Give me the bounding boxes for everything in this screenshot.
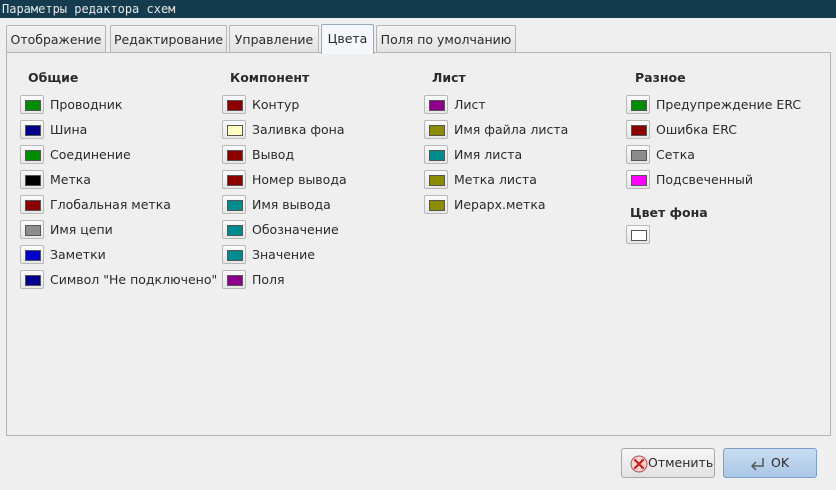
color-swatch-button[interactable] <box>20 270 44 289</box>
color-label: Вывод <box>252 147 295 162</box>
color-swatch-fill <box>25 225 41 236</box>
color-label: Символ "Не подключено" <box>50 272 218 287</box>
color-swatch-fill <box>227 250 243 261</box>
color-label: Имя вывода <box>252 197 331 212</box>
color-label: Номер вывода <box>252 172 347 187</box>
color-label: Предупреждение ERC <box>656 97 802 112</box>
color-swatch-fill <box>25 100 41 111</box>
group-title-component: Компонент <box>230 70 310 85</box>
color-label: Ошибка ERC <box>656 122 737 137</box>
color-swatch-button[interactable] <box>424 195 448 214</box>
color-label: Подсвеченный <box>656 172 754 187</box>
color-swatch-fill <box>25 150 41 161</box>
color-label: Шина <box>50 122 88 137</box>
color-swatch-button[interactable] <box>20 245 44 264</box>
color-swatch-fill <box>227 225 243 236</box>
color-swatch-button[interactable] <box>626 170 650 189</box>
color-label: Лист <box>454 97 486 112</box>
tab-display[interactable]: Отображение <box>6 25 106 52</box>
cancel-button-label: Отменить <box>648 455 714 470</box>
color-swatch-button[interactable] <box>20 145 44 164</box>
color-swatch-fill <box>429 175 445 186</box>
color-label: Проводник <box>50 97 123 112</box>
color-swatch-fill <box>227 275 243 286</box>
color-swatch-button[interactable] <box>424 170 448 189</box>
color-swatch-button[interactable] <box>222 145 246 164</box>
enter-arrow-icon <box>750 458 764 471</box>
color-swatch-button[interactable] <box>20 170 44 189</box>
color-label: Поля <box>252 272 285 287</box>
color-swatch-fill <box>227 150 243 161</box>
color-label: Имя цепи <box>50 222 113 237</box>
color-swatch-fill <box>631 100 647 111</box>
ok-button-label: OK <box>771 455 790 470</box>
color-swatch-button[interactable] <box>20 220 44 239</box>
color-label: Контур <box>252 97 300 112</box>
color-swatch-fill <box>25 275 41 286</box>
color-swatch-button[interactable] <box>424 145 448 164</box>
color-label: Метка листа <box>454 172 537 187</box>
color-swatch-button[interactable] <box>222 245 246 264</box>
color-swatch-button[interactable] <box>20 195 44 214</box>
color-swatch-button[interactable] <box>626 145 650 164</box>
color-swatch-fill <box>25 250 41 261</box>
group-title-general: Общие <box>28 70 79 85</box>
color-swatch-fill <box>631 150 647 161</box>
color-swatch-fill <box>25 200 41 211</box>
color-swatch-fill <box>631 125 647 136</box>
color-label: Метка <box>50 172 91 187</box>
background-color-swatch[interactable] <box>626 225 650 244</box>
color-swatch-button[interactable] <box>222 270 246 289</box>
color-swatch-fill <box>227 125 243 136</box>
color-swatch-button[interactable] <box>626 120 650 139</box>
color-swatch-fill <box>429 150 445 161</box>
color-label: Иерарх.метка <box>454 197 546 212</box>
colors-panel: Общие Проводник Шина Соединение Метка Глобал… <box>6 52 831 436</box>
color-swatch-button[interactable] <box>222 170 246 189</box>
color-swatch-button[interactable] <box>222 220 246 239</box>
color-swatch-button[interactable] <box>424 120 448 139</box>
color-swatch-fill <box>25 175 41 186</box>
color-swatch-fill <box>227 175 243 186</box>
color-label: Сетка <box>656 147 695 162</box>
tab-default-fields[interactable]: Поля по умолчанию <box>376 25 516 52</box>
color-swatch-button[interactable] <box>626 95 650 114</box>
cancel-button[interactable]: Отменить <box>621 448 715 478</box>
color-swatch-button[interactable] <box>222 95 246 114</box>
group-title-misc: Разное <box>635 70 686 85</box>
cancel-icon <box>630 455 648 473</box>
color-label: Имя листа <box>454 147 523 162</box>
color-swatch-fill <box>227 200 243 211</box>
tab-control[interactable]: Управление <box>229 25 319 52</box>
color-swatch-fill <box>631 175 647 186</box>
color-swatch-fill <box>227 100 243 111</box>
group-title-sheet: Лист <box>432 70 466 85</box>
tab-colors[interactable]: Цвета <box>321 24 374 54</box>
ok-button[interactable]: OK <box>723 448 817 478</box>
window-title: Параметры редактора схем <box>0 0 836 18</box>
color-swatch-fill <box>429 125 445 136</box>
color-swatch-button[interactable] <box>20 95 44 114</box>
color-swatch-fill <box>429 200 445 211</box>
background-color-title: Цвет фона <box>630 205 708 220</box>
color-swatch-fill <box>429 100 445 111</box>
color-swatch-button[interactable] <box>424 95 448 114</box>
color-swatch-button[interactable] <box>20 120 44 139</box>
color-label: Имя файла листа <box>454 122 569 137</box>
color-label: Глобальная метка <box>50 197 171 212</box>
color-label: Соединение <box>50 147 131 162</box>
color-label: Заметки <box>50 247 106 262</box>
color-swatch-button[interactable] <box>222 120 246 139</box>
color-swatch-fill <box>25 125 41 136</box>
tab-editing[interactable]: Редактирование <box>110 25 227 52</box>
color-label: Значение <box>252 247 315 262</box>
background-color-fill <box>631 230 647 241</box>
color-label: Заливка фона <box>252 122 345 137</box>
color-swatch-button[interactable] <box>222 195 246 214</box>
color-label: Обозначение <box>252 222 339 237</box>
